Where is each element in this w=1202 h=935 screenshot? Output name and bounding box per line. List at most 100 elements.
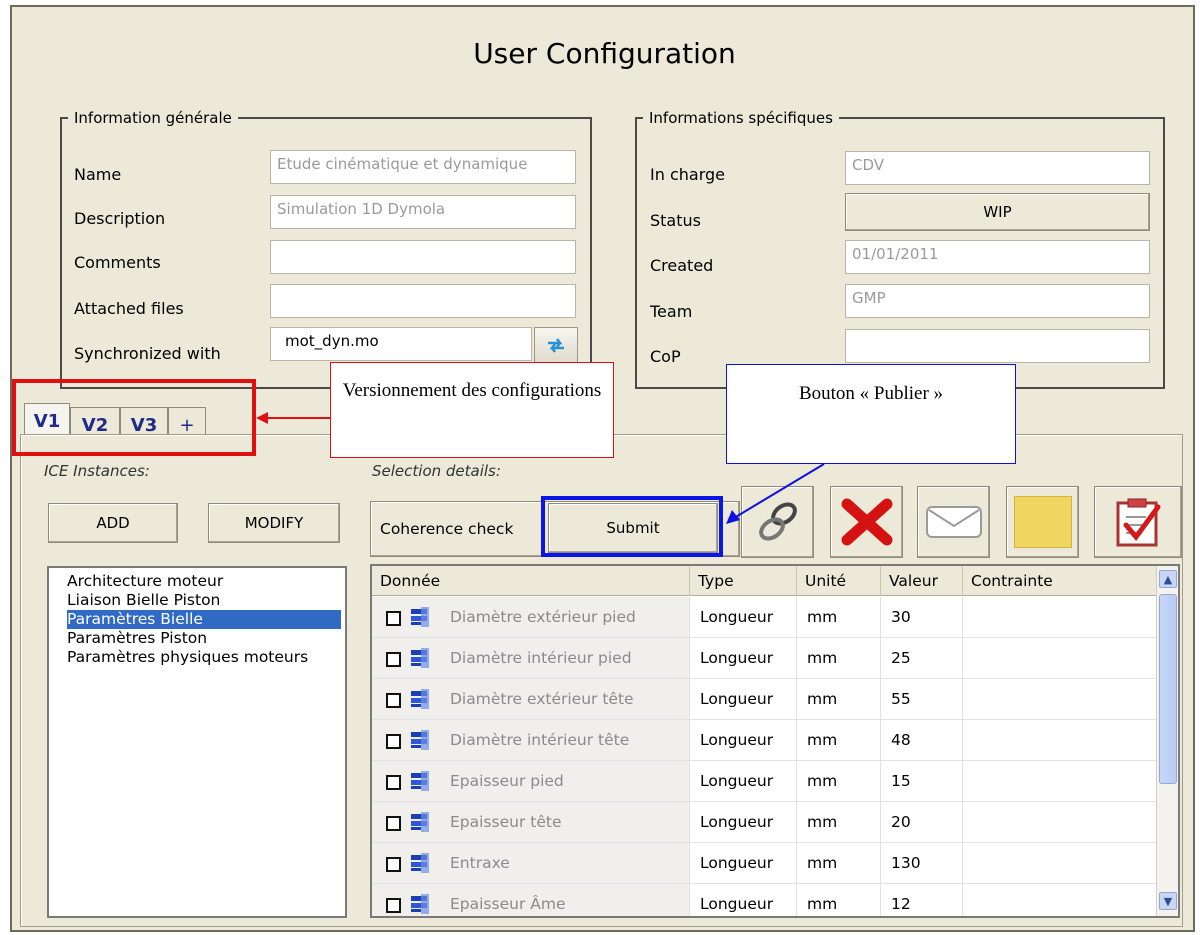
table-row[interactable]: Epaisseur pied Longueur mm 15 [372,761,1158,802]
cell-type: Longueur [690,843,797,884]
column-header-contrainte[interactable]: Contrainte [963,566,1158,596]
specific-info-legend: Informations spécifiques [643,109,839,127]
general-info-legend: Information générale [68,109,238,127]
note-icon [1013,496,1072,548]
scroll-up-icon[interactable]: ▲ [1159,570,1177,588]
cell-name: Diamètre extérieur tête [372,679,690,720]
cell-constraint [963,597,1158,638]
cell-name: Epaisseur pied [372,761,690,802]
cell-unit: mm [797,638,881,679]
delete-button[interactable] [830,486,903,558]
cell-value[interactable]: 12 [881,884,963,916]
table-header: Donnée Type Unité Valeur Contrainte [372,566,1158,596]
list-item[interactable]: Liaison Bielle Piston [49,591,345,610]
row-checkbox[interactable] [386,857,401,872]
table-row[interactable]: Diamètre extérieur pied Longueur mm 30 [372,597,1158,638]
sync-button[interactable] [534,327,578,363]
parameter-icon [411,771,429,791]
cell-type: Longueur [690,679,797,720]
checklist-icon [1116,498,1161,547]
delete-x-icon [841,498,892,546]
column-header-valeur[interactable]: Valeur [881,566,963,596]
cell-type: Longueur [690,761,797,802]
cell-text: 48 [891,731,911,749]
scroll-down-icon[interactable]: ▼ [1159,892,1177,910]
vertical-scrollbar[interactable]: ▲ ▼ [1156,566,1178,916]
cell-value[interactable]: 25 [881,638,963,679]
row-checkbox[interactable] [386,611,401,626]
parameter-icon [411,607,429,627]
cell-value[interactable]: 55 [881,679,963,720]
scroll-thumb[interactable] [1159,594,1177,784]
parameter-icon [411,812,429,832]
status-button[interactable]: WIP [845,193,1150,231]
row-checkbox[interactable] [386,652,401,667]
cell-text: 55 [891,690,911,708]
created-field[interactable]: 01/01/2011 [845,240,1150,274]
created-label: Created [650,256,714,275]
table-row[interactable]: Epaisseur Âme Longueur mm 12 [372,884,1158,916]
cell-constraint [963,802,1158,843]
row-checkbox[interactable] [386,898,401,913]
synchronized-field[interactable]: mot_dyn.mo [270,327,532,361]
table-row[interactable]: Diamètre intérieur tête Longueur mm 48 [372,720,1158,761]
cell-value[interactable]: 48 [881,720,963,761]
cell-unit: mm [797,597,881,638]
row-checkbox[interactable] [386,816,401,831]
list-item-selected[interactable]: Paramètres Bielle [67,610,341,629]
cell-value[interactable]: 20 [881,802,963,843]
description-label: Description [74,209,166,228]
row-checkbox[interactable] [386,734,401,749]
attached-files-field[interactable] [270,284,576,318]
cop-field[interactable] [845,329,1150,363]
cell-type: Longueur [690,884,797,916]
parameter-icon [411,853,429,873]
name-field[interactable]: Etude cinématique et dynamique [270,150,576,184]
column-header-unite[interactable]: Unité [797,566,881,596]
row-checkbox[interactable] [386,693,401,708]
cell-name: Diamètre intérieur tête [372,720,690,761]
comments-label: Comments [74,253,161,272]
callout-arrow-blue [726,463,825,524]
status-label: Status [650,211,701,230]
data-table[interactable]: Donnée Type Unité Valeur Contrainte Diam… [370,564,1180,918]
list-item[interactable]: Paramètres Piston [49,629,345,648]
selection-details-label: Selection details: [372,462,501,480]
team-field[interactable]: GMP [845,284,1150,318]
table-row[interactable]: Diamètre intérieur pied Longueur mm 25 [372,638,1158,679]
list-item[interactable]: Paramètres physiques moteurs [49,648,345,667]
in-charge-field[interactable]: CDV [845,151,1150,185]
cell-type: Longueur [690,802,797,843]
cell-value[interactable]: 15 [881,761,963,802]
add-button[interactable]: ADD [48,503,178,543]
cell-type: Longueur [690,720,797,761]
cell-constraint [963,761,1158,802]
checklist-button[interactable] [1094,486,1182,558]
cell-text: Longueur [700,895,774,913]
cell-text: Epaisseur pied [450,772,564,790]
description-field[interactable]: Simulation 1D Dymola [270,195,576,229]
row-checkbox[interactable] [386,775,401,790]
cell-text: mm [807,690,838,708]
cell-unit: mm [797,884,881,916]
instances-list[interactable]: Architecture moteur Liaison Bielle Pisto… [47,566,347,918]
table-row[interactable]: Epaisseur tête Longueur mm 20 [372,802,1158,843]
cell-name: Entraxe [372,843,690,884]
modify-button[interactable]: MODIFY [208,503,340,543]
cell-value[interactable]: 30 [881,597,963,638]
comments-field[interactable] [270,240,576,274]
column-header-donnee[interactable]: Donnée [372,566,690,596]
table-row[interactable]: Entraxe Longueur mm 130 [372,843,1158,884]
list-item[interactable]: Architecture moteur [49,572,345,591]
cell-value[interactable]: 130 [881,843,963,884]
mail-button[interactable] [917,486,990,558]
table-row[interactable]: Diamètre extérieur tête Longueur mm 55 [372,679,1158,720]
cell-name: Diamètre intérieur pied [372,638,690,679]
cell-text: 30 [891,608,911,626]
note-button[interactable] [1006,486,1079,558]
cell-text: Entraxe [450,854,510,872]
column-header-type[interactable]: Type [690,566,797,596]
versioning-callout: Versionnement des configurations [330,362,614,458]
cell-text: Longueur [700,731,774,749]
publish-callout: Bouton « Publier » [726,364,1016,464]
